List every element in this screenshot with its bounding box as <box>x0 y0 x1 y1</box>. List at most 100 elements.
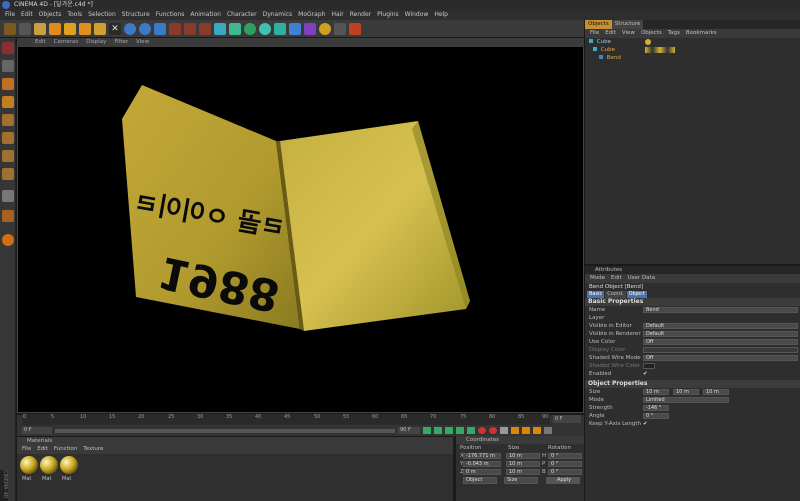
tab-basic[interactable]: Basic <box>587 291 605 298</box>
menu-render[interactable]: Render <box>347 10 374 20</box>
objects-menu-objects[interactable]: Objects <box>638 29 665 38</box>
keep-y-checkbox[interactable]: ✔ <box>643 420 648 428</box>
render-picture-viewer-icon[interactable] <box>184 22 196 35</box>
viewport-menu-view[interactable]: View <box>132 38 153 47</box>
shaded-wire-select[interactable]: Off <box>643 355 798 361</box>
menu-plugins[interactable]: Plugins <box>374 10 402 20</box>
viewport-menu-display[interactable]: Display <box>82 38 110 47</box>
menu-dynamics[interactable]: Dynamics <box>260 10 296 20</box>
goto-end-icon[interactable] <box>467 427 475 434</box>
objects-menu-file[interactable]: File <box>587 29 602 38</box>
make-editable-icon[interactable] <box>2 42 14 54</box>
param-key-icon[interactable] <box>544 427 552 434</box>
tab-structure[interactable]: Structure <box>611 20 644 29</box>
record-icon[interactable] <box>478 427 486 434</box>
rotation-h-field[interactable]: 0 ° <box>548 453 582 459</box>
menu-objects[interactable]: Objects <box>36 10 65 20</box>
size-y-field[interactable]: 10 m <box>673 389 699 395</box>
display-color-swatch[interactable] <box>643 347 798 353</box>
coordinate-system-icon[interactable] <box>154 22 166 35</box>
workplane-icon[interactable] <box>2 210 14 222</box>
end-frame-field[interactable]: 90 F <box>398 427 420 434</box>
angle-field[interactable]: 0 ° <box>643 413 669 419</box>
polygons-mode-icon[interactable] <box>2 168 14 180</box>
edges-mode-icon[interactable] <box>2 150 14 162</box>
menu-edit[interactable]: Edit <box>18 10 36 20</box>
points-mode-icon[interactable] <box>2 132 14 144</box>
size-x-field[interactable]: 10 m <box>506 453 540 459</box>
materials-menu-function[interactable]: Function <box>51 445 80 454</box>
layer-field[interactable] <box>643 315 798 321</box>
name-field[interactable]: Bend <box>643 307 798 313</box>
autokey-icon[interactable] <box>489 427 497 434</box>
tab-objects[interactable]: Objects <box>585 20 612 29</box>
spline-icon[interactable] <box>259 22 271 35</box>
next-frame-icon[interactable] <box>456 427 464 434</box>
object-row[interactable]: Cube <box>585 46 800 54</box>
object-row[interactable]: Cube <box>585 38 800 46</box>
recent-tool-icon[interactable] <box>94 22 106 35</box>
deformer-icon[interactable] <box>274 22 286 35</box>
live-select-icon[interactable] <box>34 22 46 35</box>
menu-mograph[interactable]: MoGraph <box>295 10 328 20</box>
use-color-select[interactable]: Off <box>643 339 798 345</box>
axis-mode-icon[interactable] <box>2 114 14 126</box>
character-icon[interactable] <box>349 22 361 35</box>
object-mode-icon[interactable] <box>2 78 14 90</box>
attributes-menu-edit[interactable]: Edit <box>608 274 625 283</box>
render-settings-icon[interactable] <box>199 22 211 35</box>
viewport[interactable]: ㄹ골 ㅇ이이ㄹ 1988 <box>17 38 584 413</box>
menu-character[interactable]: Character <box>224 10 260 20</box>
viewport-menu-filter[interactable]: Filter <box>110 38 132 47</box>
menu-selection[interactable]: Selection <box>85 10 119 20</box>
menu-hair[interactable]: Hair <box>328 10 346 20</box>
viewport-menu-cameras[interactable]: Cameras <box>50 38 82 47</box>
texture-mode-icon[interactable] <box>2 96 14 108</box>
materials-menu-file[interactable]: File <box>19 445 34 454</box>
render-view-icon[interactable] <box>169 22 181 35</box>
keyframe-selection-icon[interactable] <box>500 427 508 434</box>
visible-renderer-select[interactable]: Default <box>643 331 798 337</box>
goto-start-icon[interactable] <box>423 427 431 434</box>
material-tags-icon[interactable] <box>645 47 675 53</box>
start-frame-field[interactable]: 0 F <box>22 427 52 434</box>
materials-menu-edit[interactable]: Edit <box>34 445 51 454</box>
scale-key-icon[interactable] <box>522 427 530 434</box>
y-axis-icon[interactable] <box>124 22 136 35</box>
size-z-field[interactable]: 10 m <box>506 469 540 475</box>
position-z-field[interactable]: 0 m <box>463 469 501 475</box>
menu-structure[interactable]: Structure <box>119 10 153 20</box>
z-axis-icon[interactable] <box>139 22 151 35</box>
wire-color-swatch[interactable] <box>643 363 655 369</box>
tab-coord[interactable]: Coord. <box>605 291 626 298</box>
rotation-key-icon[interactable] <box>533 427 541 434</box>
menu-animation[interactable]: Animation <box>187 10 224 20</box>
scene-icon[interactable] <box>334 22 346 35</box>
material-swatch[interactable]: Mat <box>39 456 59 484</box>
enabled-checkbox[interactable]: ✔ <box>643 370 648 378</box>
menu-tools[interactable]: Tools <box>64 10 85 20</box>
prev-frame-icon[interactable] <box>434 427 442 434</box>
undo-icon[interactable] <box>4 22 16 35</box>
strength-field[interactable]: -146 ° <box>643 405 669 411</box>
current-frame-field[interactable]: 0 F <box>553 415 581 423</box>
objects-menu-view[interactable]: View <box>619 29 638 38</box>
model-mode-icon[interactable] <box>2 60 14 72</box>
size-x-field[interactable]: 10 m <box>643 389 669 395</box>
scale-icon[interactable] <box>64 22 76 35</box>
menu-functions[interactable]: Functions <box>153 10 188 20</box>
object-row[interactable]: Bend <box>585 54 800 62</box>
x-axis-icon[interactable]: ✕ <box>109 22 121 35</box>
objects-menu-tags[interactable]: Tags <box>665 29 683 38</box>
array-icon[interactable] <box>244 22 256 35</box>
cube-primitive-icon[interactable] <box>214 22 226 35</box>
menu-help[interactable]: Help <box>431 10 451 20</box>
light-icon[interactable] <box>319 22 331 35</box>
nurbs-icon[interactable] <box>229 22 241 35</box>
play-icon[interactable] <box>445 427 453 434</box>
mode-select[interactable]: Limited <box>643 397 729 403</box>
redo-icon[interactable] <box>19 22 31 35</box>
size-mode-select[interactable]: Size <box>504 477 538 484</box>
rotation-p-field[interactable]: 0 ° <box>548 461 582 467</box>
materials-menu-texture[interactable]: Texture <box>80 445 106 454</box>
